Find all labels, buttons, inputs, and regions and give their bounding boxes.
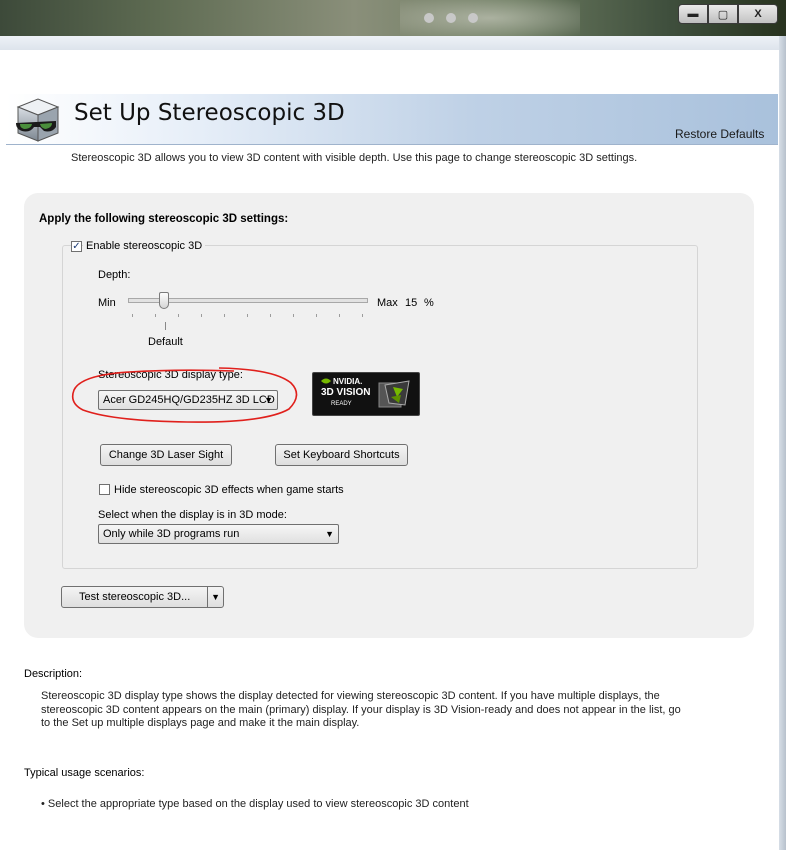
minimize-button[interactable]: ▬ [678,4,708,24]
mode-dropdown[interactable]: Only while 3D programs run ▼ [98,524,339,544]
enable-stereoscopic-label: Enable stereoscopic 3D [83,240,206,252]
3d-vision-glasses-icon [378,380,410,408]
set-keyboard-shortcuts-button[interactable]: Set Keyboard Shortcuts [275,444,408,466]
depth-min-label: Min [98,297,116,309]
depth-label: Depth: [98,269,131,281]
chevron-down-icon: ▼ [325,529,334,539]
maximize-button[interactable]: ▢ [708,4,738,24]
nvidia-3d-vision-ready-badge: NVIDIA. 3D VISION READY [312,372,420,416]
usage-list-item: • Select the appropriate type based on t… [41,798,469,810]
chevron-down-icon[interactable]: ▼ [207,587,223,607]
usage-heading: Typical usage scenarios: [24,767,145,779]
restore-defaults-link[interactable]: Restore Defaults [675,127,764,141]
page-top-area [0,50,786,94]
description-heading: Description: [24,668,83,680]
usage-item-text: Select the appropriate type based on the… [47,798,469,810]
hide-effects-label: Hide stereoscopic 3D effects when game s… [114,484,344,496]
mode-label: Select when the display is in 3D mode: [98,509,287,521]
desktop-background [0,0,786,36]
toolbar-strip [0,36,786,51]
enable-stereoscopic-checkbox[interactable]: ✓ [71,241,82,252]
nvidia-eye-icon [321,378,331,384]
red-annotation-circle [71,367,298,423]
window-controls: ▬ ▢ X [678,4,778,24]
close-button[interactable]: X [738,4,778,24]
window-right-frame [779,36,786,850]
badge-brand: NVIDIA. [333,377,363,386]
description-text: Stereoscopic 3D display type shows the d… [41,690,681,729]
page-title: Set Up Stereoscopic 3D [74,100,345,126]
hide-effects-checkbox[interactable] [99,484,110,495]
depth-unit: % [424,297,434,309]
test-stereoscopic-button[interactable]: Test stereoscopic 3D... ▼ [61,586,224,608]
test-stereoscopic-label: Test stereoscopic 3D... [79,591,191,603]
settings-heading: Apply the following stereoscopic 3D sett… [39,213,289,225]
change-3d-laser-sight-button[interactable]: Change 3D Laser Sight [100,444,232,466]
badge-status: READY [331,401,352,407]
depth-max-label: Max [377,297,398,309]
title-bar-dots [424,13,490,26]
bullet-icon: • [41,798,45,810]
mode-value: Only while 3D programs run [103,528,240,540]
default-label: Default [148,336,183,348]
intro-text: Stereoscopic 3D allows you to view 3D co… [71,152,638,164]
badge-product: 3D VISION [321,387,371,398]
depth-slider-thumb[interactable] [158,292,169,309]
stereoscopic-3d-icon [16,98,60,142]
depth-value: 15 [405,297,418,309]
default-marker [165,322,166,330]
